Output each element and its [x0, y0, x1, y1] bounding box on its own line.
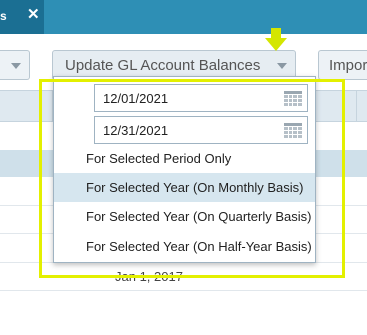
menu-option-half-year[interactable]: For Selected Year (On Half-Year Basis): [54, 232, 315, 261]
calendar-icon[interactable]: [284, 123, 302, 138]
left-dropdown-button[interactable]: [0, 50, 30, 80]
update-gl-balances-label: Update GL Account Balances: [65, 57, 261, 74]
from-date-field[interactable]: 12/01/2021: [94, 84, 308, 112]
grid-header-divider: [356, 91, 357, 122]
tab-label: s: [0, 9, 7, 23]
menu-option-monthly[interactable]: For Selected Year (On Monthly Basis): [54, 173, 315, 202]
to-date-field[interactable]: 12/31/2021: [94, 116, 308, 144]
menu-option-label: For Selected Period Only: [86, 151, 232, 166]
top-bar: s ✕: [0, 0, 367, 34]
menu-option-selected-period[interactable]: For Selected Period Only: [54, 144, 315, 173]
active-tab[interactable]: s ✕: [0, 0, 44, 34]
import-button[interactable]: Impor: [318, 50, 367, 80]
close-icon[interactable]: ✕: [27, 5, 40, 23]
menu-option-label: For Selected Year (On Monthly Basis): [86, 180, 304, 195]
from-date-value: 12/01/2021: [103, 91, 169, 106]
chevron-down-icon: [277, 63, 287, 69]
menu-option-label: For Selected Year (On Quarterly Basis): [86, 209, 312, 224]
import-label: Impor: [329, 57, 367, 74]
update-balances-menu: 12/01/2021 12/31/2021 For Selected Perio…: [53, 76, 316, 263]
grid-row-divider: [0, 290, 367, 291]
chevron-down-icon: [11, 63, 21, 69]
menu-option-quarterly[interactable]: For Selected Year (On Quarterly Basis): [54, 202, 315, 231]
to-date-value: 12/31/2021: [103, 123, 169, 138]
arrow-down-icon: [265, 28, 287, 51]
calendar-icon[interactable]: [284, 91, 302, 106]
grid-cell-date: Jan 1, 2017: [115, 269, 183, 284]
menu-option-label: For Selected Year (On Half-Year Basis): [86, 239, 312, 254]
